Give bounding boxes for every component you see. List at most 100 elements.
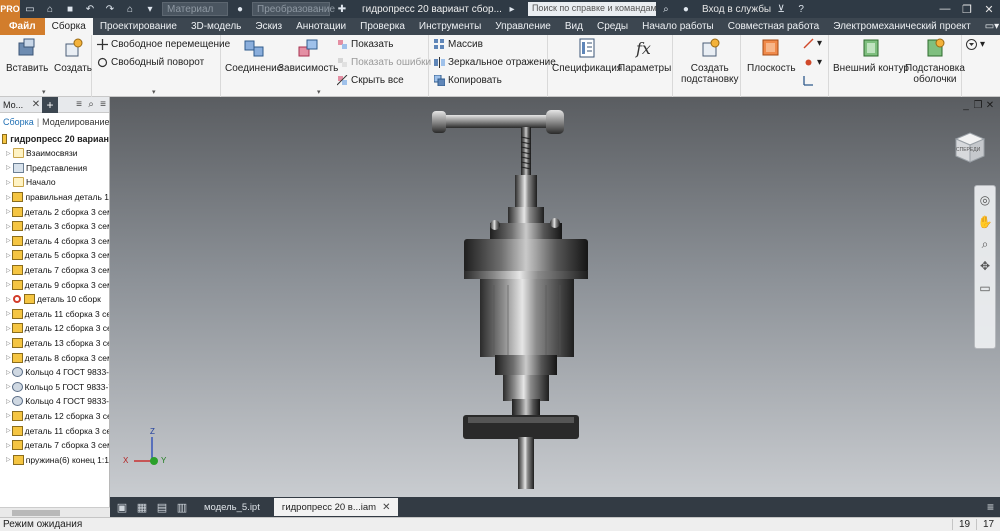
group-expand-icon[interactable]: ▾	[317, 88, 321, 96]
browser-menu-icon[interactable]: ≡	[97, 99, 109, 110]
expand-icon[interactable]: ▷	[6, 179, 12, 186]
cascade-icon[interactable]: ▦	[134, 499, 150, 515]
material-dropdown[interactable]: Материал	[162, 2, 228, 16]
redo-icon[interactable]: ↷	[102, 1, 118, 17]
browser-tree-item[interactable]: ▷ Взаимосвязи	[0, 146, 109, 161]
expand-icon[interactable]: ▷	[6, 310, 11, 317]
minimize-icon[interactable]: —	[934, 0, 956, 18]
hydraulic-press-model[interactable]	[110, 97, 1000, 497]
tile-windows-icon[interactable]: ▣	[114, 499, 130, 515]
show-errors-button[interactable]: Показать ошибки	[337, 57, 431, 68]
new-file-icon[interactable]: ▭	[22, 1, 38, 17]
appearance-dropdown[interactable]: Преобразование	[252, 2, 335, 16]
add-browser-button[interactable]: +	[42, 96, 58, 113]
search-icon[interactable]: ⌕	[85, 99, 97, 110]
grid-icon[interactable]: ▥	[174, 499, 190, 515]
show-button[interactable]: Показать	[337, 39, 394, 50]
expand-icon[interactable]: ▷	[6, 194, 11, 201]
browser-tree-item[interactable]: ▷ деталь 12 сборка 3 се	[0, 409, 109, 424]
tab-view[interactable]: Вид	[558, 18, 590, 35]
browser-tree-item[interactable]: ▷ деталь 7 сборка 3 сем	[0, 438, 109, 453]
plane-button[interactable]: Плоскость	[747, 37, 796, 74]
viewcube[interactable]: СПЕРЕДИ	[952, 130, 986, 164]
tab-sketch[interactable]: Эскиз	[248, 18, 289, 35]
tab-design[interactable]: Проектирование	[93, 18, 184, 35]
steering-wheel-icon[interactable]: ◎	[977, 192, 993, 208]
group-expand-icon[interactable]: ▾	[42, 88, 46, 96]
browser-tree-item[interactable]: ▷ деталь 5 сборка 3 сем	[0, 248, 109, 263]
expand-icon[interactable]: ▷	[6, 252, 11, 259]
modeling-view-link[interactable]: Моделирование	[42, 117, 109, 127]
axis-button[interactable]: ▾	[803, 38, 822, 49]
close-tab-icon[interactable]: ✕	[382, 502, 390, 513]
pan-hand-icon[interactable]: ✋	[977, 214, 993, 230]
expand-icon[interactable]: ▷	[6, 150, 12, 157]
mirror-button[interactable]: Зеркальное отражение	[434, 57, 556, 68]
menu-icon[interactable]: ≡	[73, 99, 85, 110]
graphics-viewport[interactable]: _ ❐ ✕ СПЕРЕДИ ◎ ✋ ⌕ ✥ ▭ Z X Y	[110, 97, 1000, 497]
browser-tree-item[interactable]: ▷ деталь 3 сборка 3 сем	[0, 219, 109, 234]
expand-icon[interactable]: ▷	[6, 223, 11, 230]
scrollbar-thumb[interactable]	[12, 510, 60, 516]
expand-icon[interactable]: ▷	[6, 442, 11, 449]
constrain-button[interactable]: Зависимость	[278, 37, 338, 74]
expand-icon[interactable]: ▷	[6, 237, 11, 244]
parameters-button[interactable]: fx Параметры	[618, 37, 671, 74]
expand-icon[interactable]: ▷	[6, 369, 11, 376]
expand-icon[interactable]: ▷	[6, 281, 11, 288]
shrinkwrap-substitute-button[interactable]: Подстановка оболочки	[905, 37, 965, 85]
browser-tree-item[interactable]: ▷ деталь 9 сборка 3 сем	[0, 277, 109, 292]
home-icon[interactable]: ⌂	[122, 1, 138, 17]
arrange-icon[interactable]: ▤	[154, 499, 170, 515]
free-move-button[interactable]: Свободное перемещение	[97, 39, 230, 50]
browser-tree-item[interactable]: ▷ пружина(6) конец 1:1	[0, 452, 109, 467]
browser-tree-item[interactable]: ▷ деталь 4 сборка 3 сем	[0, 234, 109, 249]
expand-icon[interactable]: ▷	[6, 325, 11, 332]
ribbon-more-button[interactable]: ▾	[966, 39, 985, 50]
browser-tree-item[interactable]: ▷ деталь 11 сборка 3 се	[0, 423, 109, 438]
zoom-icon[interactable]: ⌕	[977, 236, 993, 252]
browser-tree-item[interactable]: ▷ Кольцо 5 ГОСТ 9833-7	[0, 380, 109, 395]
measure-icon[interactable]: ✚	[334, 1, 350, 17]
select-icon[interactable]: ▾	[142, 1, 158, 17]
doc-tab-assembly[interactable]: гидропресс 20 в...iam ✕	[273, 498, 399, 516]
browser-tree-item[interactable]: ▷ деталь 8 сборка 3 сем	[0, 350, 109, 365]
close-icon[interactable]: ✕	[30, 99, 42, 110]
tab-manage[interactable]: Управление	[488, 18, 558, 35]
help-icon[interactable]: ?	[793, 1, 809, 17]
pattern-button[interactable]: Массив	[434, 39, 483, 50]
close-icon[interactable]: ✕	[978, 0, 1000, 18]
bom-button[interactable]: Спецификация	[552, 37, 622, 74]
expand-icon[interactable]: ▷	[6, 296, 12, 303]
tab-file[interactable]: Файл	[0, 18, 45, 35]
ribbon-options-icon[interactable]: ▭▾	[978, 18, 1000, 35]
tab-tools[interactable]: Инструменты	[412, 18, 488, 35]
expand-icon[interactable]: ▷	[6, 456, 12, 463]
tab-collaborate[interactable]: Совместная работа	[721, 18, 827, 35]
assembly-root[interactable]: гидропресс 20 вариан	[0, 131, 109, 146]
browser-tree-item[interactable]: ▷ деталь 2 сборка 3 сем	[0, 204, 109, 219]
ucs-button[interactable]	[803, 75, 817, 86]
create-button[interactable]: Создать	[54, 37, 92, 74]
browser-tree-item[interactable]: ▷ Представления	[0, 161, 109, 176]
expand-icon[interactable]: ▷	[6, 354, 11, 361]
browser-tree-item[interactable]: ▷ деталь 10 сборк	[0, 292, 109, 307]
browser-tree-item[interactable]: ▷ правильная деталь 1	[0, 190, 109, 205]
undo-icon[interactable]: ↶	[82, 1, 98, 17]
browser-tree-item[interactable]: ▷ деталь 13 сборка 3 се	[0, 336, 109, 351]
create-substitute-button[interactable]: Создать подстановку	[681, 37, 739, 85]
browser-tree-item[interactable]: ▷ Кольцо 4 ГОСТ 9833-	[0, 394, 109, 409]
tab-get-started[interactable]: Начало работы	[635, 18, 721, 35]
tab-annotate[interactable]: Аннотации	[289, 18, 353, 35]
browser-tree-item[interactable]: ▷ Кольцо 4 ГОСТ 9833-	[0, 365, 109, 380]
look-at-icon[interactable]: ▭	[977, 280, 993, 296]
shrinkwrap-button[interactable]: Внешний контур	[833, 37, 909, 74]
browser-tree-item[interactable]: ▷ деталь 12 сборка 3 се	[0, 321, 109, 336]
search-input[interactable]: Поиск по справке и командам	[527, 2, 656, 16]
open-file-icon[interactable]: ⌂	[42, 1, 58, 17]
expand-icon[interactable]: ▷	[6, 427, 11, 434]
expand-icon[interactable]: ▷	[6, 267, 11, 274]
expand-icon[interactable]: ▷	[6, 208, 11, 215]
orbit-icon[interactable]: ✥	[977, 258, 993, 274]
expand-icon[interactable]: ▷	[6, 340, 11, 347]
